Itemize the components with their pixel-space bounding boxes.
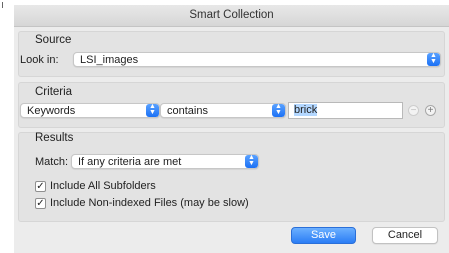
results-section-label: Results bbox=[35, 132, 74, 144]
updown-chevron-icon: ▲ ▼ bbox=[146, 104, 159, 117]
updown-chevron-icon: ▲ ▼ bbox=[245, 155, 258, 168]
match-value: If any criteria are met bbox=[78, 156, 182, 168]
include-nonindexed-label: Include Non-indexed Files (may be slow) bbox=[50, 197, 249, 209]
look-in-label: Look in: bbox=[20, 54, 59, 66]
look-in-popup[interactable]: LSI_images ▲ ▼ bbox=[73, 52, 441, 67]
criteria-text-value: brick bbox=[294, 104, 318, 116]
criteria-section-label: Criteria bbox=[35, 86, 73, 98]
checkmark-icon: ✓ bbox=[36, 198, 45, 209]
updown-chevron-icon: ▲ ▼ bbox=[427, 53, 440, 66]
checkmark-icon: ✓ bbox=[36, 181, 45, 192]
look-in-value: LSI_images bbox=[80, 54, 139, 66]
criteria-field-popup[interactable]: Keywords ▲ ▼ bbox=[20, 103, 160, 118]
updown-chevron-icon: ▲ ▼ bbox=[272, 104, 285, 117]
include-subfolders-label: Include All Subfolders bbox=[50, 180, 156, 192]
criteria-text-field[interactable]: brick bbox=[288, 102, 403, 119]
match-popup[interactable]: If any criteria are met ▲ ▼ bbox=[71, 154, 259, 169]
window-edge-mark bbox=[2, 2, 3, 8]
criteria-field-value: Keywords bbox=[27, 105, 76, 117]
title-bar: Smart Collection bbox=[14, 5, 449, 27]
remove-criteria-button[interactable]: − bbox=[408, 105, 419, 116]
add-criteria-button[interactable]: + bbox=[425, 105, 436, 116]
source-section-label: Source bbox=[35, 34, 72, 46]
cancel-button[interactable]: Cancel bbox=[372, 227, 438, 244]
include-nonindexed-checkbox[interactable]: ✓ bbox=[35, 198, 46, 209]
smart-collection-dialog: Smart Collection Source Look in: LSI_ima… bbox=[14, 5, 449, 253]
match-label: Match: bbox=[35, 156, 69, 168]
include-subfolders-checkbox[interactable]: ✓ bbox=[35, 181, 46, 192]
save-button[interactable]: Save bbox=[291, 227, 356, 244]
criteria-operator-value: contains bbox=[167, 105, 208, 117]
criteria-operator-popup[interactable]: contains ▲ ▼ bbox=[160, 103, 286, 118]
